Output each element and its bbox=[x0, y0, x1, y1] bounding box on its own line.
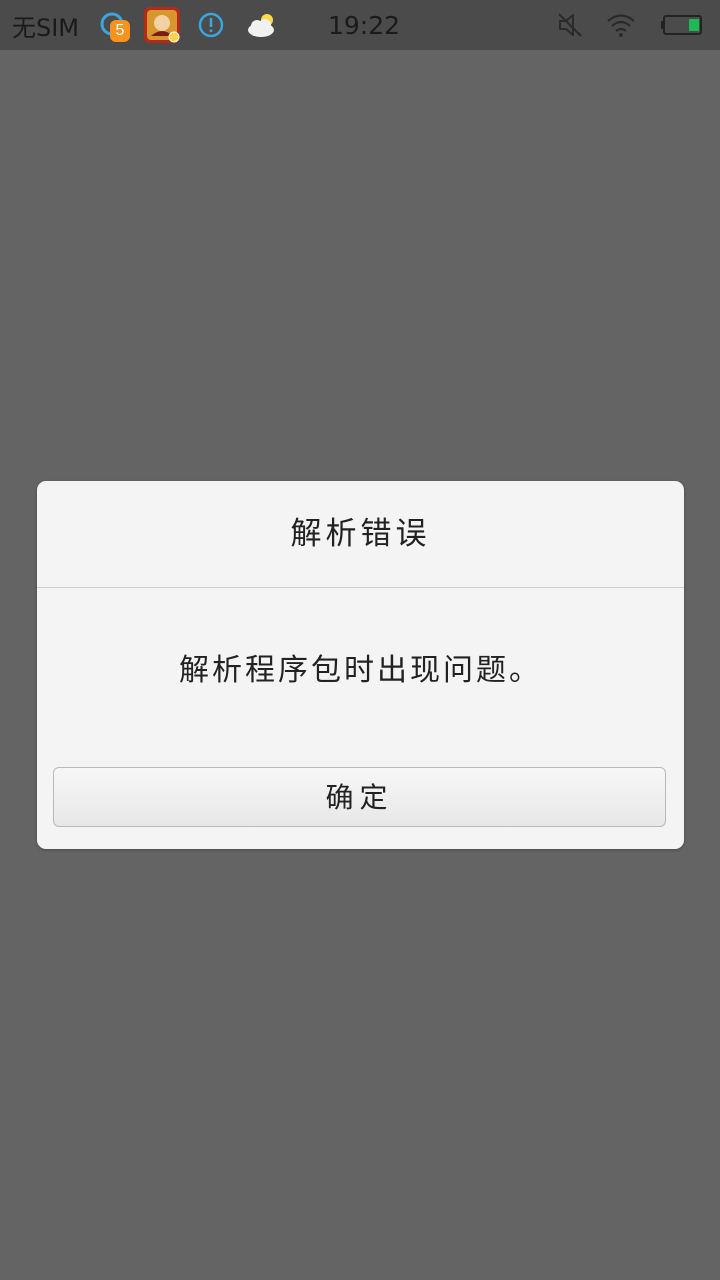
clock: 19:22 bbox=[328, 10, 401, 40]
status-bar: 无SIM 5 19:22 bbox=[0, 0, 720, 50]
dialog-title: 解析错误 bbox=[290, 516, 431, 552]
game-app-icon bbox=[143, 0, 181, 50]
alert-icon bbox=[197, 0, 227, 50]
battery-icon bbox=[661, 0, 705, 50]
carrier-label: 无SIM bbox=[12, 13, 80, 42]
wifi-icon bbox=[606, 0, 638, 50]
mute-icon bbox=[556, 0, 586, 50]
parse-error-dialog: 解析错误 解析程序包时出现问题。 确定 bbox=[37, 481, 684, 849]
dialog-divider bbox=[37, 587, 684, 588]
ok-button[interactable]: 确定 bbox=[53, 767, 666, 827]
screen: 无SIM 5 19:22 解析错误 解析程序包时出现问题。 确定 bbox=[0, 0, 720, 1280]
dialog-message: 解析程序包时出现问题。 bbox=[179, 653, 542, 688]
notification-badge: 5 bbox=[110, 20, 130, 42]
weather-icon bbox=[245, 0, 279, 50]
